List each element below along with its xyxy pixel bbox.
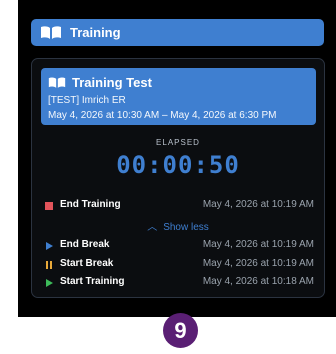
show-less-toggle[interactable]: ︿ Show less bbox=[32, 218, 324, 233]
show-less-label: Show less bbox=[163, 222, 209, 233]
book-open-icon bbox=[40, 25, 62, 40]
training-test-header: Training Test [TEST] Imrich ER May 4, 20… bbox=[41, 68, 316, 125]
training-title: Training Test bbox=[72, 75, 152, 90]
pause-icon bbox=[44, 260, 54, 270]
book-open-icon bbox=[48, 77, 66, 89]
end-training-button[interactable]: End Training May 4, 2026 at 10:19 AM bbox=[44, 199, 314, 213]
history-label: Start Training bbox=[60, 276, 125, 287]
history-label: End Break bbox=[60, 239, 110, 250]
elapsed-timer: 00:00:50 bbox=[116, 151, 240, 179]
stop-square-icon bbox=[44, 201, 54, 211]
step-number-badge: 9 bbox=[163, 313, 198, 348]
play-triangle-icon bbox=[44, 241, 54, 251]
history-time: May 4, 2026 at 10:19 AM bbox=[202, 239, 314, 250]
history-item-start-training: Start Training May 4, 2026 at 10:18 AM bbox=[44, 276, 314, 290]
app-screen: Training Training Test [TEST] Imrich ER … bbox=[18, 0, 336, 317]
page-title: Training bbox=[70, 25, 121, 40]
training-card: Training Test [TEST] Imrich ER May 4, 20… bbox=[31, 58, 325, 298]
chevron-up-icon: ︿ bbox=[147, 222, 158, 233]
training-dates: May 4, 2026 at 10:30 AM – May 4, 2026 at… bbox=[48, 110, 277, 121]
history-time: May 4, 2026 at 10:19 AM bbox=[202, 258, 314, 269]
history-item-end-break: End Break May 4, 2026 at 10:19 AM bbox=[44, 239, 314, 253]
training-header-bar[interactable]: Training bbox=[31, 19, 324, 46]
end-training-label: End Training bbox=[60, 199, 121, 210]
history-time: May 4, 2026 at 10:18 AM bbox=[202, 276, 314, 287]
play-triangle-icon bbox=[44, 278, 54, 288]
history-item-start-break: Start Break May 4, 2026 at 10:19 AM bbox=[44, 258, 314, 272]
end-training-time: May 4, 2026 at 10:19 AM bbox=[202, 199, 314, 210]
history-label: Start Break bbox=[60, 258, 114, 269]
elapsed-label: ELAPSED bbox=[156, 138, 200, 147]
training-subtitle: [TEST] Imrich ER bbox=[48, 95, 126, 106]
